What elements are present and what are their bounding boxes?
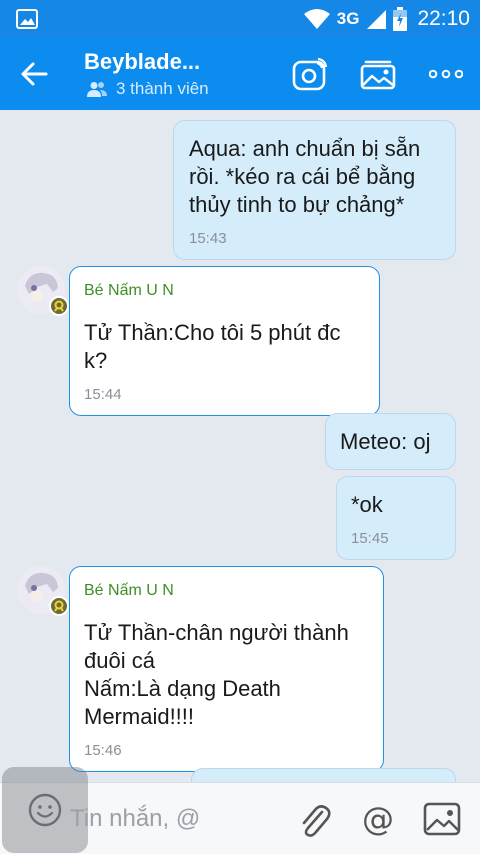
back-arrow-icon[interactable]	[14, 54, 54, 94]
mention-button[interactable]: @	[358, 799, 398, 839]
camera-icon	[292, 57, 328, 91]
role-badge-icon	[49, 596, 69, 616]
at-sign-icon: @	[362, 800, 394, 838]
message-composer: Tin nhắn, @ @	[0, 767, 480, 854]
message-text: Aqua: anh chuẩn bị sẵn rồi. *kéo ra cái …	[189, 136, 421, 217]
message-bubble-incoming[interactable]: Bé Nấm U N Tử Thần-chân người thành đuôi…	[69, 566, 384, 772]
emoji-icon	[28, 793, 62, 827]
image-icon	[423, 802, 461, 836]
message-bubble-outgoing[interactable]: *ok 15:45	[336, 476, 456, 560]
sender-avatar[interactable]	[17, 266, 69, 316]
message-time: 15:45	[351, 530, 389, 547]
message-time: 15:46	[84, 742, 122, 759]
clock: 22:10	[417, 7, 470, 30]
message-bubble-outgoing[interactable]: Aqua: anh chuẩn bị sẵn rồi. *kéo ra cái …	[173, 120, 456, 260]
message-bubble-outgoing-partial[interactable]	[191, 768, 456, 782]
gallery-notification-icon	[16, 9, 38, 29]
message-list[interactable]: Aqua: anh chuẩn bị sẵn rồi. *kéo ra cái …	[0, 110, 480, 782]
paperclip-icon	[302, 805, 331, 837]
chat-header: Beyblade... 3 thành viên	[0, 38, 480, 110]
message-text: Tử Thần:Cho tôi 5 phút đc k?	[84, 320, 341, 373]
message-bubble-incoming[interactable]: Bé Nấm U N Tử Thần:Cho tôi 5 phút đc k? …	[69, 266, 380, 416]
message-bubble-outgoing[interactable]: Meteo: oj	[325, 413, 456, 470]
message-time: 15:44	[84, 386, 122, 403]
sender-avatar[interactable]	[17, 566, 69, 616]
member-count[interactable]: 3 thành viên	[86, 78, 209, 100]
sender-name: Bé Nấm U N	[84, 582, 174, 599]
network-type: 3G	[336, 9, 360, 28]
group-title[interactable]: Beyblade...	[84, 49, 200, 75]
member-count-label: 3 thành viên	[116, 79, 209, 98]
wifi-icon	[303, 9, 330, 29]
more-options-button[interactable]	[424, 52, 468, 96]
photo-album-icon	[360, 60, 396, 90]
message-text: *ok	[351, 492, 383, 517]
role-badge-icon	[49, 296, 69, 316]
signal-icon	[367, 10, 387, 29]
message-text: Tử Thần-chân người thành đuôi cá Nấm:Là …	[84, 620, 349, 729]
attach-file-button[interactable]	[294, 799, 334, 839]
more-dots-icon	[429, 69, 463, 79]
message-text: Meteo: oj	[340, 429, 431, 454]
sender-name: Bé Nấm U N	[84, 282, 174, 299]
battery-icon	[393, 7, 408, 31]
message-time: 15:43	[189, 230, 227, 247]
send-photo-button[interactable]	[422, 799, 462, 839]
status-bar: 3G 22:10	[0, 0, 480, 38]
message-input[interactable]: Tin nhắn, @	[70, 805, 200, 833]
members-icon	[87, 82, 107, 97]
camera-button[interactable]	[288, 52, 332, 96]
photo-album-button[interactable]	[356, 52, 400, 96]
